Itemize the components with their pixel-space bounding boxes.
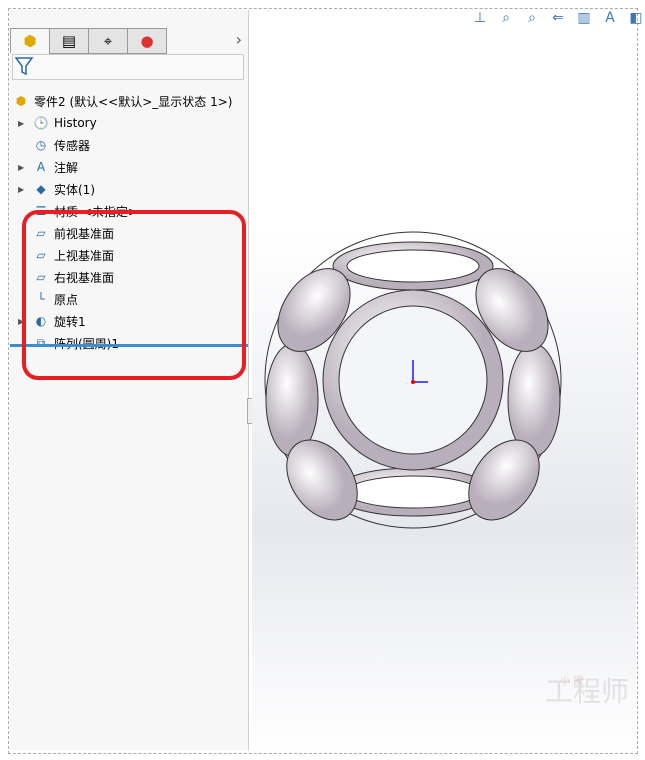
tree-item-label: 传感器 [54,138,91,153]
configuration-manager-icon: ⌖ [103,32,113,50]
feature-manager-panel: ⬢ ▤ ⌖ ● › ⬢ 零件2 (默认<<默认>_显示状态 1>) ▶ 🕒 Hist… [10,10,249,750]
expand-arrow-icon[interactable]: ▶ [18,185,24,194]
feature-manager-icon: ⬢ [23,32,37,50]
panel-tabs: ⬢ ▤ ⌖ ● › [10,28,248,54]
highlight-box [22,210,246,380]
tree-item-label: 注解 [54,160,79,175]
chevron-right-icon[interactable]: › [236,30,242,49]
previous-view-icon[interactable]: ⇐ [548,8,568,28]
heads-up-toolbar: ⊥ ⌕ ⌕ ⇐ ▥ A ◧ [470,8,645,28]
tree-item-label: 实体(1) [54,182,95,197]
tree-item[interactable]: ▶ A 注解 [12,156,78,178]
tab-property-manager[interactable]: ▤ [49,28,89,54]
tab-appearance[interactable]: ● [127,28,167,54]
property-manager-icon: ▤ [61,32,77,50]
dynamic-annotation-icon[interactable]: A [600,8,620,28]
tree-item-label: History [54,116,97,130]
sensor-folder-icon: ◷ [35,138,47,152]
tab-feature-manager[interactable]: ⬢ [10,28,50,53]
solid-body-folder-icon: ◆ [36,182,46,196]
tree-item[interactable]: ◷ 传感器 [12,134,90,156]
tab-configuration-manager[interactable]: ⌖ [88,28,128,54]
expand-arrow-icon[interactable]: ▶ [18,119,24,128]
tree-item[interactable]: ▶ 🕒 History [12,112,97,134]
part-icon: ⬢ [15,94,27,108]
history-folder-icon: 🕒 [33,116,49,130]
zoom-to-area-icon[interactable]: ⌕ [522,8,542,28]
tree-item[interactable]: ▶ ◆ 实体(1) [12,178,95,200]
filter-bar[interactable] [12,54,244,80]
expand-arrow-icon[interactable]: ▶ [18,163,24,172]
annotation-folder-icon: A [36,160,46,174]
model-cage-sphere[interactable] [252,10,636,750]
part-label: 零件2 (默认<<默认>_显示状态 1>) [34,94,233,109]
graphics-viewport[interactable] [252,10,636,750]
appearance-icon: ● [140,32,154,50]
view-orientation-icon[interactable]: ◧ [626,8,645,28]
zoom-to-fit-icon[interactable]: ⌕ [496,8,516,28]
view-normal-icon[interactable]: ⊥ [470,8,490,28]
tree-root-part[interactable]: ⬢ 零件2 (默认<<默认>_显示状态 1>) [12,90,233,112]
filter-icon[interactable] [13,55,35,77]
section-view-icon[interactable]: ▥ [574,8,594,28]
watermark: 工程师 [545,675,630,708]
